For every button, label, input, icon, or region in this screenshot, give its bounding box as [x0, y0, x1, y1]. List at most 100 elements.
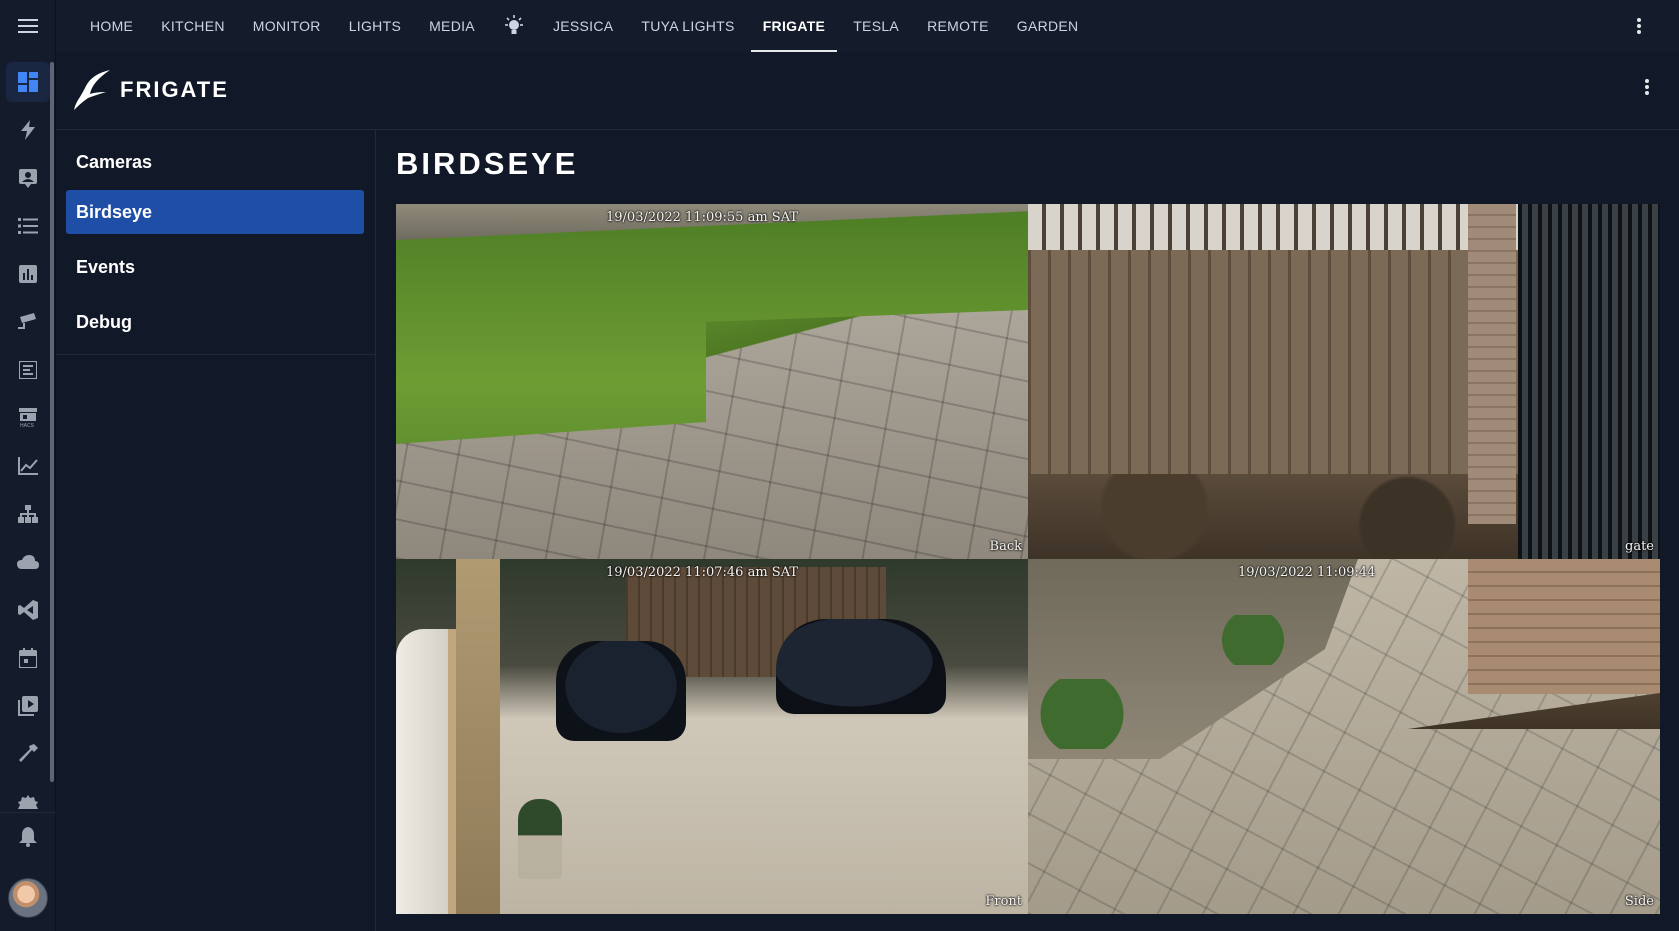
tab-home[interactable]: HOME: [76, 0, 147, 52]
cloud-icon: [17, 555, 39, 569]
plant-pot: [518, 799, 562, 879]
rail-item-cctv[interactable]: [0, 298, 56, 346]
camera-feed-front[interactable]: 19/03/2022 11:07:46 am SAT Front: [396, 559, 1028, 914]
sidebar-item-cameras[interactable]: Cameras: [66, 140, 364, 184]
media-icon: [18, 696, 38, 716]
tab-label: TUYA LIGHTS: [641, 18, 735, 34]
rail-item-overview[interactable]: [0, 58, 56, 106]
rail-item-developer-tools[interactable]: [0, 730, 56, 778]
tab-tuya-lights[interactable]: TUYA LIGHTS: [627, 0, 748, 52]
metal-fence: [1518, 204, 1660, 559]
hacs-store-icon: HACS: [19, 408, 37, 428]
rail-item-list[interactable]: [0, 202, 56, 250]
plants: [1203, 615, 1303, 665]
sidebar-item-label: Cameras: [76, 151, 153, 172]
camera-label: Side: [1624, 894, 1654, 909]
brick-pillar: [1468, 204, 1516, 524]
car-right: [776, 619, 946, 714]
bell-icon: [19, 827, 37, 847]
plants: [1038, 679, 1148, 749]
tab-label: HOME: [90, 18, 134, 34]
rail-item-calendar[interactable]: [0, 634, 56, 682]
rail-item-hacs[interactable]: HACS: [0, 394, 56, 442]
tab-label: FRIGATE: [762, 18, 826, 34]
lightbulb-icon: [504, 15, 523, 34]
car-left: [556, 641, 686, 741]
rail-item-charts[interactable]: [0, 250, 56, 298]
camera-feed-back[interactable]: 19/03/2022 11:09:55 am SAT Back: [396, 204, 1028, 559]
tab-label: REMOTE: [927, 18, 989, 34]
camera-label: Front: [985, 894, 1022, 909]
tab-media[interactable]: MEDIA: [415, 0, 489, 52]
more-vertical-icon: [1637, 18, 1641, 34]
sidebar-item-label: Events: [76, 256, 136, 277]
tab-lights[interactable]: LIGHTS: [335, 0, 415, 52]
bar-chart-icon: [19, 265, 37, 283]
history-chart-icon: [18, 457, 38, 475]
frigate-more-button[interactable]: [1635, 75, 1659, 99]
tab-monitor[interactable]: MONITOR: [239, 0, 335, 52]
tab-label: MONITOR: [252, 18, 321, 34]
tab-kitchen[interactable]: KITCHEN: [147, 0, 239, 52]
menu-icon: [18, 19, 38, 33]
camera-timestamp: 19/03/2022 11:09:55 am SAT: [606, 210, 799, 225]
tab-label: TESLA: [853, 18, 900, 34]
sidebar-item-label: Birdseye: [76, 201, 153, 222]
energy-icon: [21, 120, 35, 140]
settings-icon: [18, 795, 38, 809]
rail-item-person[interactable]: [0, 154, 56, 202]
front-door: [396, 629, 456, 914]
rail-item-media[interactable]: [0, 682, 56, 730]
sidebar-divider: [375, 130, 376, 931]
tab-label: LIGHTS: [348, 18, 402, 34]
svg-text:HACS: HACS: [20, 423, 35, 428]
rail-item-energy[interactable]: [0, 106, 56, 154]
rail-scrollbar[interactable]: [50, 62, 54, 782]
camera-label: gate: [1625, 539, 1654, 554]
sidebar-item-events[interactable]: Events: [66, 245, 364, 289]
tab-frigate[interactable]: FRIGATE: [749, 0, 840, 52]
rail-bottom: [0, 812, 56, 861]
frigate-brand[interactable]: FRIGATE: [72, 68, 229, 112]
birdseye-grid[interactable]: 19/03/2022 11:09:55 am SAT Back gate 19/…: [396, 204, 1660, 914]
tab-garden[interactable]: GARDEN: [1003, 0, 1093, 52]
hammer-icon: [19, 744, 38, 762]
hierarchy-icon: [18, 505, 38, 523]
tab-label: KITCHEN: [161, 18, 225, 34]
sidebar-item-debug[interactable]: Debug: [66, 300, 364, 344]
list-icon: [18, 218, 38, 234]
tab-tesla[interactable]: TESLA: [839, 0, 913, 52]
camera-feed-gate[interactable]: gate: [1028, 204, 1660, 559]
tab-jessica[interactable]: JESSICA: [539, 0, 627, 52]
camera-feed-side[interactable]: 19/03/2022 11:09:44 Side: [1028, 559, 1660, 914]
rail-item-hierarchy[interactable]: [0, 490, 56, 538]
sidebar-item-birdseye[interactable]: Birdseye: [66, 190, 364, 234]
tab-label: JESSICA: [552, 18, 614, 34]
camera-timestamp: 19/03/2022 11:07:46 am SAT: [606, 565, 799, 580]
left-rail: HACS: [0, 0, 56, 931]
tab-lightbulb[interactable]: [489, 0, 539, 52]
rail-item-notifications[interactable]: [0, 813, 56, 861]
rail-item-vscode[interactable]: [0, 586, 56, 634]
rail-item-logbook[interactable]: [0, 346, 56, 394]
calendar-icon: [19, 648, 37, 668]
dashboard-tabs: HOME KITCHEN MONITOR LIGHTS MEDIA JESSIC…: [76, 0, 1092, 52]
rail-item-cloud[interactable]: [0, 538, 56, 586]
tab-remote[interactable]: REMOTE: [913, 0, 1003, 52]
dashboard-more-button[interactable]: [1627, 14, 1651, 38]
camera-label: Back: [989, 539, 1022, 554]
frigate-bird-logo-icon: [74, 70, 110, 110]
frigate-brand-name: FRIGATE: [120, 77, 229, 102]
hamburger-menu-button[interactable]: [0, 0, 56, 52]
top-bar: HOME KITCHEN MONITOR LIGHTS MEDIA JESSIC…: [56, 0, 1679, 52]
person-card-icon: [19, 169, 37, 188]
more-vertical-icon: [1645, 79, 1649, 95]
frigate-sidebar: Cameras Birdseye Events Debug: [56, 130, 376, 355]
lawn: [396, 204, 1028, 444]
tab-label: MEDIA: [429, 18, 475, 34]
cctv-icon: [18, 313, 36, 329]
user-avatar[interactable]: [8, 878, 48, 918]
dashboard-icon: [18, 72, 38, 92]
vscode-icon: [18, 600, 38, 620]
rail-item-history[interactable]: [0, 442, 56, 490]
